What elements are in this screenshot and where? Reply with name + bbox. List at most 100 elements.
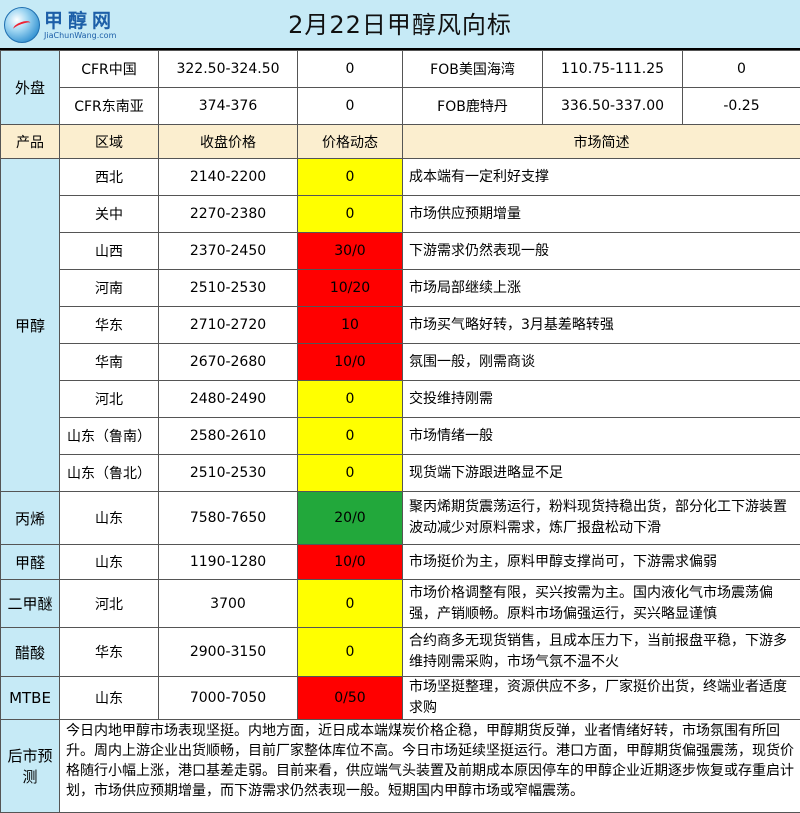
market-note: 市场坚挺整理，资源供应不多，厂家挺价出货，终端业者适度求购	[403, 677, 800, 720]
region-cell: 华东	[60, 307, 159, 344]
price-cell: 2370-2450	[159, 233, 298, 270]
region-cell: 西北	[60, 159, 159, 196]
region-cell: 山东	[60, 677, 159, 720]
header-region: 区域	[60, 125, 159, 159]
price-cell: 2270-2380	[159, 196, 298, 233]
region-cell: 华南	[60, 344, 159, 381]
market-note: 合约商多无现货销售，且成本压力下，当前报盘平稳，下游多维持刚需采购，市场气氛不温…	[403, 628, 800, 677]
product-row: 关中2270-23800市场供应预期增量	[1, 196, 800, 233]
title-bar: 甲醇网 JiaChunWang.com 2月22日甲醇风向标	[0, 0, 800, 50]
product-row: 甲醛山东1190-128010/0市场挺价为主，原料甲醇支撑尚可，下游需求偏弱	[1, 545, 800, 580]
region-cell: 关中	[60, 196, 159, 233]
overseas-market-name: CFR东南亚	[60, 88, 159, 125]
overseas-market-name: FOB鹿特丹	[403, 88, 543, 125]
overseas-price: 322.50-324.50	[159, 51, 298, 88]
region-cell: 华东	[60, 628, 159, 677]
price-cell: 3700	[159, 580, 298, 628]
overseas-market-name: CFR中国	[60, 51, 159, 88]
header-price: 收盘价格	[159, 125, 298, 159]
product-name: 醋酸	[1, 628, 60, 677]
product-row: 甲醇西北2140-22000成本端有一定利好支撑	[1, 159, 800, 196]
market-note: 交投维持刚需	[403, 381, 800, 418]
product-row: 河南2510-253010/20市场局部继续上涨	[1, 270, 800, 307]
market-note: 聚丙烯期货震荡运行，粉料现货持稳出货，部分化工下游装置波动减少对原料需求，炼厂报…	[403, 492, 800, 545]
change-cell: 0/50	[298, 677, 403, 720]
forecast-label: 后市预测	[1, 720, 60, 813]
change-cell: 0	[298, 196, 403, 233]
price-cell: 7000-7050	[159, 677, 298, 720]
change-cell: 10/20	[298, 270, 403, 307]
overseas-price: 374-376	[159, 88, 298, 125]
price-cell: 1190-1280	[159, 545, 298, 580]
price-cell: 2710-2720	[159, 307, 298, 344]
market-note: 市场买气略好转，3月基差略转强	[403, 307, 800, 344]
change-cell: 0	[298, 580, 403, 628]
price-cell: 2480-2490	[159, 381, 298, 418]
price-cell: 7580-7650	[159, 492, 298, 545]
product-name: MTBE	[1, 677, 60, 720]
change-cell: 0	[298, 418, 403, 455]
region-cell: 河北	[60, 381, 159, 418]
market-note: 下游需求仍然表现一般	[403, 233, 800, 270]
overseas-row: 外盘CFR中国322.50-324.500FOB美国海湾110.75-111.2…	[1, 51, 800, 88]
product-row: 山东（鲁南）2580-26100市场情绪一般	[1, 418, 800, 455]
change-cell: 30/0	[298, 233, 403, 270]
overseas-change: 0	[683, 51, 800, 88]
market-note: 市场挺价为主，原料甲醇支撑尚可，下游需求偏弱	[403, 545, 800, 580]
overseas-change: 0	[298, 88, 403, 125]
market-note: 氛围一般，刚需商谈	[403, 344, 800, 381]
product-row: 山西2370-245030/0下游需求仍然表现一般	[1, 233, 800, 270]
region-cell: 河北	[60, 580, 159, 628]
overseas-row: CFR东南亚374-3760FOB鹿特丹336.50-337.00-0.25	[1, 88, 800, 125]
change-cell: 0	[298, 381, 403, 418]
price-cell: 2580-2610	[159, 418, 298, 455]
region-cell: 山东	[60, 492, 159, 545]
change-cell: 0	[298, 455, 403, 492]
price-cell: 2510-2530	[159, 455, 298, 492]
market-note: 成本端有一定利好支撑	[403, 159, 800, 196]
price-table-body: 外盘CFR中国322.50-324.500FOB美国海湾110.75-111.2…	[1, 51, 800, 813]
region-cell: 山东（鲁南）	[60, 418, 159, 455]
product-row: 华南2670-268010/0氛围一般，刚需商谈	[1, 344, 800, 381]
overseas-change: 0	[298, 51, 403, 88]
forecast-row: 后市预测今日内地甲醇市场表现坚挺。内地方面，近日成本端煤炭价格企稳，甲醇期货反弹…	[1, 720, 800, 813]
product-row: 丙烯山东7580-765020/0聚丙烯期货震荡运行，粉料现货持稳出货，部分化工…	[1, 492, 800, 545]
price-table: 外盘CFR中国322.50-324.500FOB美国海湾110.75-111.2…	[0, 50, 800, 813]
market-note: 市场情绪一般	[403, 418, 800, 455]
overseas-price: 110.75-111.25	[543, 51, 683, 88]
region-cell: 河南	[60, 270, 159, 307]
price-cell: 2510-2530	[159, 270, 298, 307]
product-name: 甲醛	[1, 545, 60, 580]
product-row: 山东（鲁北）2510-25300现货端下游跟进略显不足	[1, 455, 800, 492]
change-cell: 0	[298, 628, 403, 677]
overseas-change: -0.25	[683, 88, 800, 125]
region-cell: 山西	[60, 233, 159, 270]
product-name: 二甲醚	[1, 580, 60, 628]
product-row: 华东2710-272010市场买气略好转，3月基差略转强	[1, 307, 800, 344]
overseas-market-name: FOB美国海湾	[403, 51, 543, 88]
product-row: 二甲醚河北37000市场价格调整有限，买兴按需为主。国内液化气市场震荡偏强，产销…	[1, 580, 800, 628]
change-cell: 10/0	[298, 545, 403, 580]
overseas-label: 外盘	[1, 51, 60, 125]
change-cell: 0	[298, 159, 403, 196]
product-name: 丙烯	[1, 492, 60, 545]
product-row: 醋酸华东2900-31500合约商多无现货销售，且成本压力下，当前报盘平稳，下游…	[1, 628, 800, 677]
change-cell: 10	[298, 307, 403, 344]
price-cell: 2140-2200	[159, 159, 298, 196]
product-row: MTBE山东7000-70500/50市场坚挺整理，资源供应不多，厂家挺价出货，…	[1, 677, 800, 720]
product-name: 甲醇	[1, 159, 60, 492]
product-row: 河北2480-24900交投维持刚需	[1, 381, 800, 418]
price-cell: 2900-3150	[159, 628, 298, 677]
page-title: 2月22日甲醇风向标	[0, 0, 800, 50]
market-note: 市场供应预期增量	[403, 196, 800, 233]
market-note: 现货端下游跟进略显不足	[403, 455, 800, 492]
region-cell: 山东	[60, 545, 159, 580]
forecast-text: 今日内地甲醇市场表现坚挺。内地方面，近日成本端煤炭价格企稳，甲醇期货反弹，业者情…	[60, 720, 800, 813]
overseas-price: 336.50-337.00	[543, 88, 683, 125]
column-header-row: 产品区域收盘价格价格动态市场简述	[1, 125, 800, 159]
region-cell: 山东（鲁北）	[60, 455, 159, 492]
header-note: 市场简述	[403, 125, 800, 159]
price-cell: 2670-2680	[159, 344, 298, 381]
header-change: 价格动态	[298, 125, 403, 159]
market-note: 市场局部继续上涨	[403, 270, 800, 307]
